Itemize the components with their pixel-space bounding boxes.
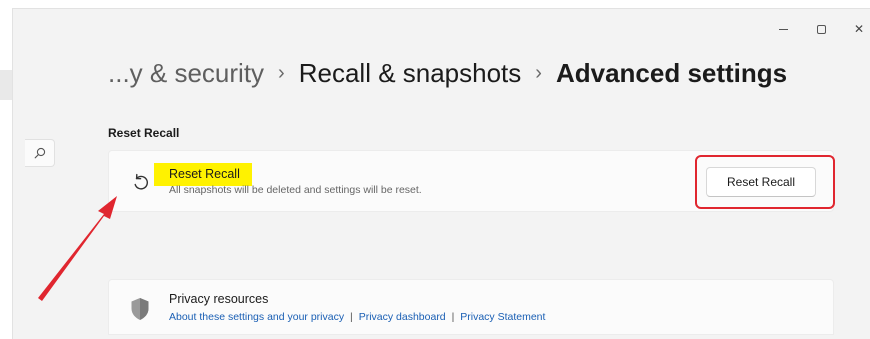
link-about-settings-privacy[interactable]: About these settings and your privacy bbox=[169, 311, 344, 323]
breadcrumb: ...y & security › Recall & snapshots › A… bbox=[108, 58, 787, 89]
link-privacy-statement[interactable]: Privacy Statement bbox=[460, 311, 545, 323]
close-icon: ✕ bbox=[853, 22, 865, 36]
maximize-icon bbox=[816, 24, 826, 34]
minimize-icon bbox=[778, 28, 788, 30]
reset-recall-card: Reset Recall All snapshots will be delet… bbox=[108, 150, 835, 212]
reset-recall-title: Reset Recall bbox=[169, 167, 240, 181]
breadcrumb-item-privacy-security[interactable]: ...y & security bbox=[108, 58, 264, 89]
reset-recall-button[interactable]: Reset Recall bbox=[706, 167, 816, 197]
close-button[interactable]: ✕ bbox=[849, 19, 869, 39]
left-edge-tab bbox=[0, 70, 12, 100]
section-title-reset-recall: Reset Recall bbox=[108, 126, 180, 140]
search-icon bbox=[34, 147, 45, 159]
shield-icon bbox=[131, 298, 149, 320]
reset-arrow-icon bbox=[134, 173, 148, 190]
privacy-resources-title: Privacy resources bbox=[169, 292, 269, 306]
reset-recall-title-highlight: Reset Recall bbox=[154, 163, 252, 186]
reset-recall-description: All snapshots will be deleted and settin… bbox=[169, 184, 422, 196]
privacy-links: About these settings and your privacy | … bbox=[169, 311, 545, 323]
link-separator: | bbox=[350, 311, 353, 323]
breadcrumb-separator-icon: › bbox=[278, 62, 285, 84]
privacy-resources-card: Privacy resources About these settings a… bbox=[108, 279, 834, 335]
breadcrumb-item-advanced-settings: Advanced settings bbox=[555, 58, 788, 88]
search-button[interactable] bbox=[25, 139, 55, 167]
breadcrumb-separator-icon: › bbox=[535, 62, 542, 84]
minimize-button[interactable] bbox=[773, 19, 793, 39]
link-privacy-dashboard[interactable]: Privacy dashboard bbox=[359, 311, 446, 323]
link-separator: | bbox=[451, 311, 455, 323]
maximize-button[interactable] bbox=[811, 19, 831, 39]
breadcrumb-item-recall-snapshots[interactable]: Recall & snapshots bbox=[299, 58, 522, 89]
